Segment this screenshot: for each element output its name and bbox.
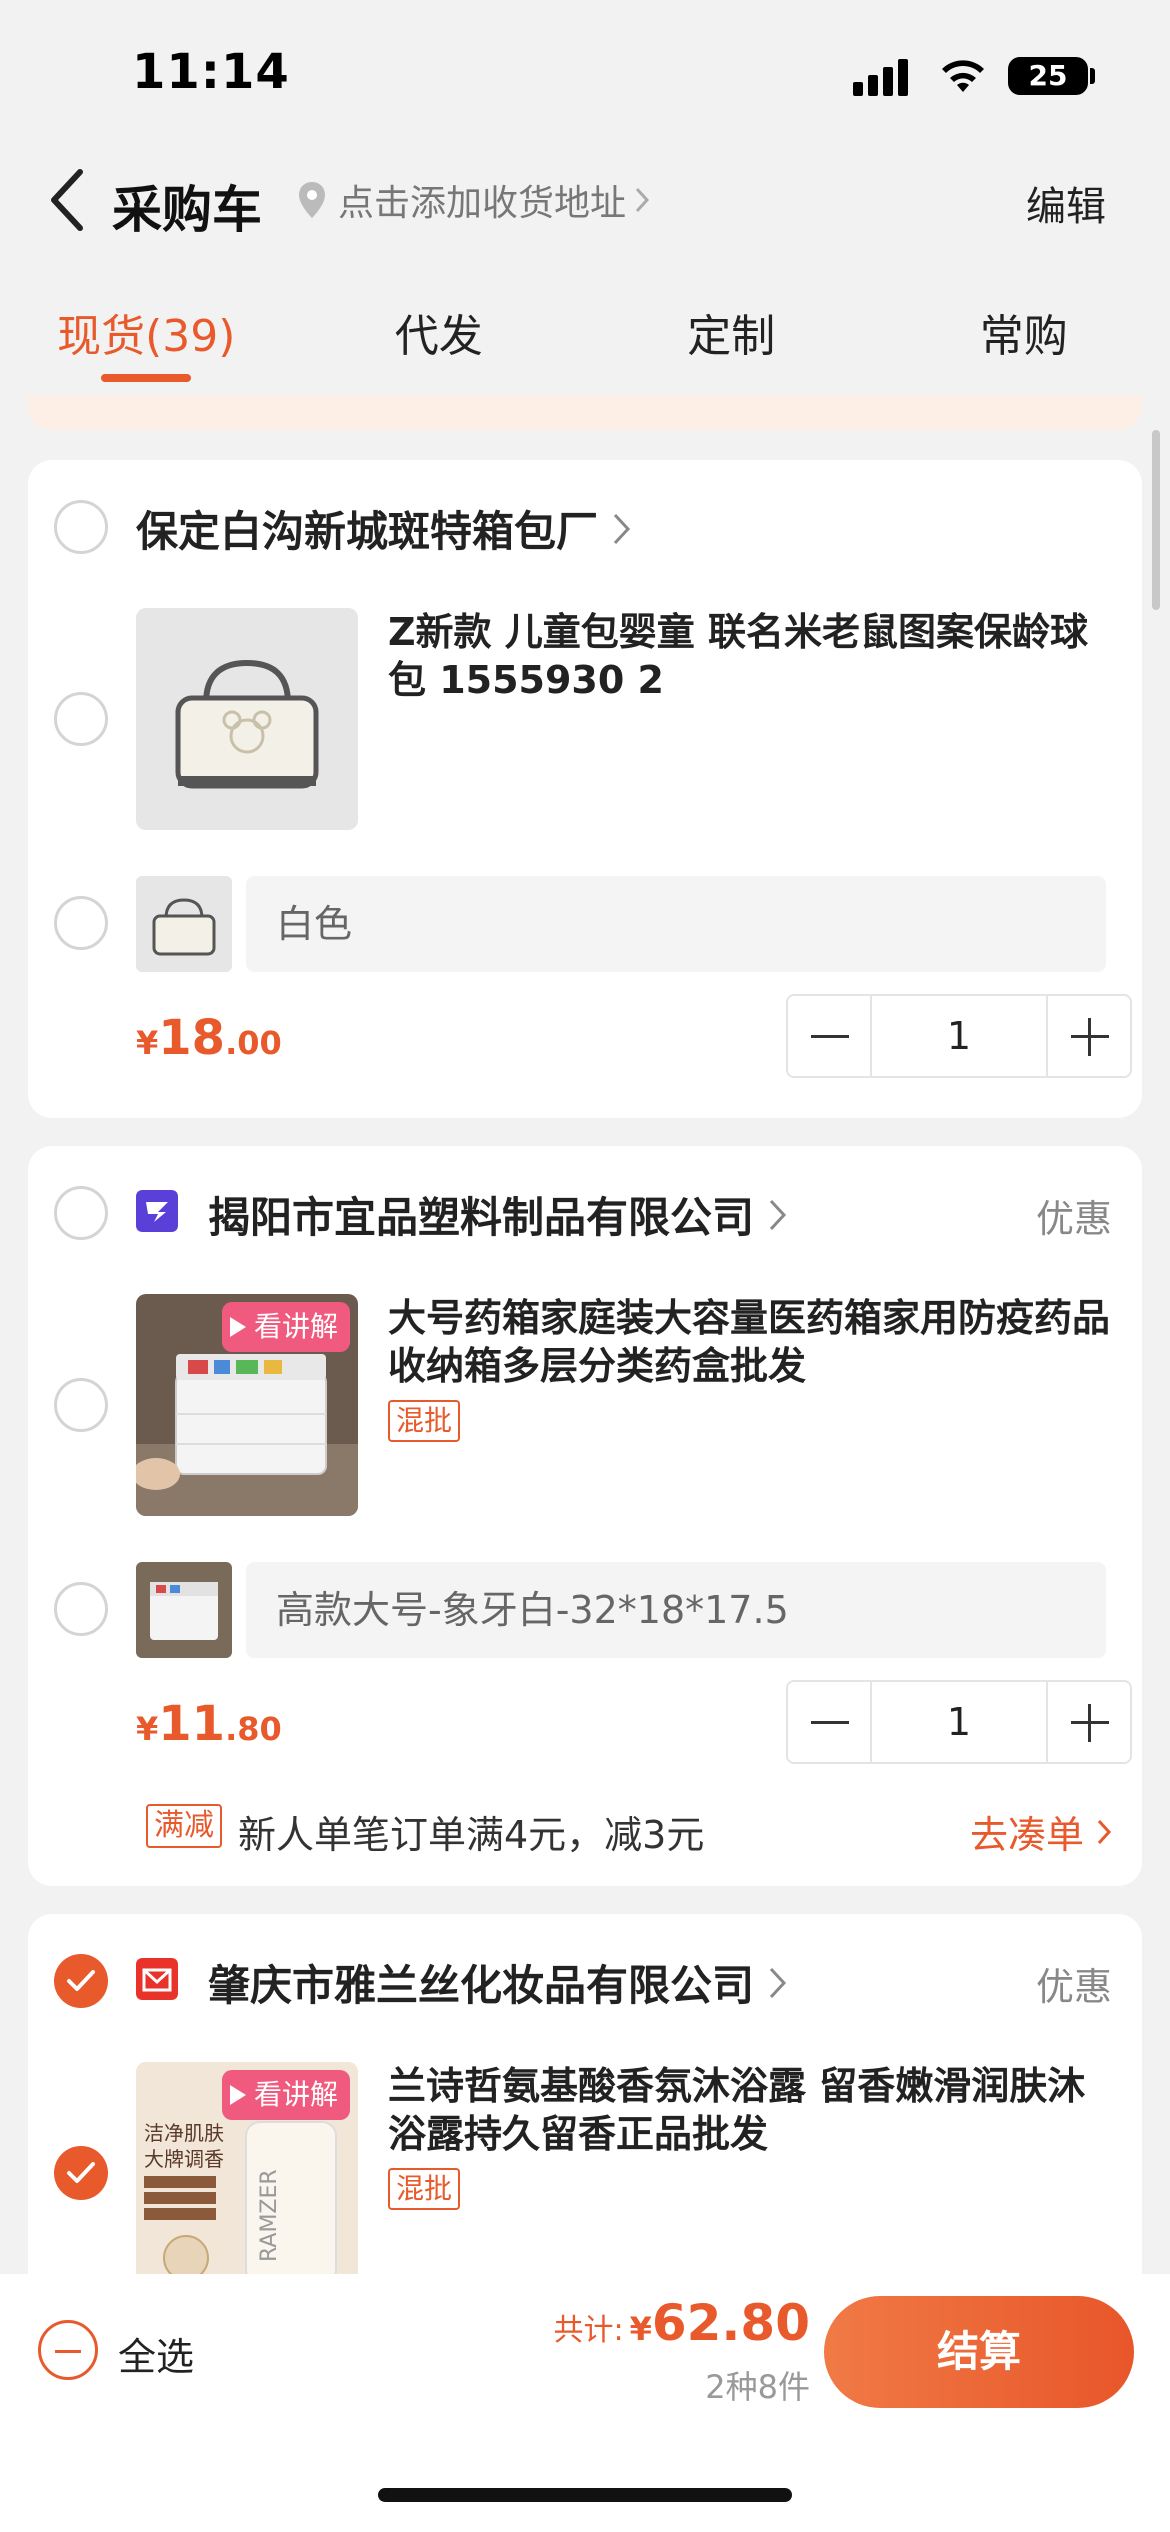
select-all-label[interactable]: 全选 xyxy=(118,2326,194,2381)
shop-name-link[interactable]: 揭阳市宜品塑料制品有限公司 xyxy=(208,1184,788,1245)
page-title: 采购车 xyxy=(112,181,262,239)
decrease-button[interactable] xyxy=(788,1682,872,1762)
battery-cap xyxy=(1090,68,1095,84)
battery-icon: 25 xyxy=(1008,57,1088,95)
tab-custom[interactable]: 定制 xyxy=(585,260,878,390)
home-indicator[interactable] xyxy=(378,2488,792,2502)
shop-logo-icon xyxy=(136,1190,178,1232)
chevron-right-icon xyxy=(635,187,650,213)
promo-tag: 满减 xyxy=(146,1804,222,1848)
product-select-radio[interactable] xyxy=(54,1378,108,1432)
product-title[interactable]: 大号药箱家庭装大容量医药箱家用防疫药品收纳箱多层分类药盒批发 xyxy=(388,1294,1118,1390)
scrollbar[interactable] xyxy=(1152,430,1160,610)
product-image[interactable] xyxy=(136,608,358,830)
product-title[interactable]: 兰诗哲氨基酸香氛沐浴露 留香嫩滑润肤沐浴露持久留香正品批发 xyxy=(388,2062,1118,2158)
shop-select-radio[interactable] xyxy=(54,500,108,554)
tab-in-stock[interactable]: 现货(39) xyxy=(0,260,293,390)
select-all-radio[interactable] xyxy=(38,2320,98,2380)
back-arrow-icon[interactable] xyxy=(40,160,100,240)
shop-name: 肇庆市雅兰丝化妆品有限公司 xyxy=(208,1961,755,2010)
video-explain-badge[interactable]: 看讲解 xyxy=(221,2070,350,2120)
nav-bar: 采购车 点击添加收货地址 编辑 xyxy=(0,150,1170,250)
add-address-link[interactable]: 点击添加收货地址 xyxy=(296,174,650,226)
shop-logo-icon xyxy=(136,1958,178,2000)
status-bar: 11:14 25 xyxy=(0,0,1170,150)
increase-button[interactable] xyxy=(1046,996,1130,1076)
product-select-radio[interactable] xyxy=(54,692,108,746)
increase-button[interactable] xyxy=(1046,1682,1130,1762)
edit-button[interactable]: 编辑 xyxy=(1026,174,1106,232)
location-pin-icon xyxy=(299,182,325,218)
shop-select-radio[interactable] xyxy=(54,1954,108,2008)
sku-select-radio[interactable] xyxy=(54,896,108,950)
checkmark-icon xyxy=(67,2162,95,2183)
tab-label: 定制 xyxy=(687,311,776,362)
checkmark-icon xyxy=(67,1970,95,1991)
product-title[interactable]: Z新款 儿童包婴童 联名米老鼠图案保龄球包 1555930 2 xyxy=(388,608,1118,704)
sku-selector[interactable]: 白色 xyxy=(246,876,1106,972)
quantity-stepper: 1 xyxy=(786,1680,1132,1764)
banner-strip xyxy=(28,396,1142,430)
decrease-button[interactable] xyxy=(788,996,872,1076)
total-price: 共计: ¥62.80 xyxy=(553,2294,810,2352)
cellular-signal-icon xyxy=(853,56,913,96)
product-price: ¥18.00 xyxy=(136,1010,282,1066)
status-time: 11:14 xyxy=(132,44,290,100)
shop-card: 肇庆市雅兰丝化妆品有限公司 优惠 洁净肌肤 大牌调香 RAMZER 看讲解 兰诗… xyxy=(28,1914,1142,2314)
checkout-button[interactable]: 结算 xyxy=(824,2296,1134,2408)
shop-card: 保定白沟新城斑特箱包厂 Z新款 儿童包婴童 联名米老鼠图案保龄球包 155593… xyxy=(28,460,1142,1118)
chevron-right-icon xyxy=(1097,1819,1112,1844)
tab-frequent[interactable]: 常购 xyxy=(878,260,1170,390)
play-icon xyxy=(229,2085,246,2105)
shop-name-link[interactable]: 肇庆市雅兰丝化妆品有限公司 xyxy=(208,1952,788,2013)
shop-name: 保定白沟新城斑特箱包厂 xyxy=(136,507,599,556)
sku-select-radio[interactable] xyxy=(54,1582,108,1636)
svg-text:大牌调香: 大牌调香 xyxy=(144,2147,224,2171)
svg-text:洁净肌肤: 洁净肌肤 xyxy=(144,2121,224,2145)
wifi-icon xyxy=(942,60,984,92)
quantity-value[interactable]: 1 xyxy=(872,996,1046,1076)
discount-link[interactable]: 优惠 xyxy=(1036,1188,1112,1243)
chevron-right-icon xyxy=(613,513,631,544)
item-count: 2种8件 xyxy=(705,2368,810,2406)
tab-bar: 现货(39) 代发 定制 常购 xyxy=(0,260,1170,390)
tab-dropship[interactable]: 代发 xyxy=(293,260,586,390)
sku-thumbnail xyxy=(136,1562,232,1658)
chevron-right-icon xyxy=(769,1199,787,1230)
video-explain-badge[interactable]: 看讲解 xyxy=(221,1302,350,1352)
mixed-batch-tag: 混批 xyxy=(388,2168,461,2210)
product-select-radio[interactable] xyxy=(54,2146,108,2200)
product-image[interactable]: 洁净肌肤 大牌调香 RAMZER 看讲解 xyxy=(136,2062,358,2284)
play-icon xyxy=(229,1317,246,1337)
sku-thumbnail xyxy=(136,876,232,972)
shop-name: 揭阳市宜品塑料制品有限公司 xyxy=(208,1193,755,1242)
tab-underline xyxy=(101,374,192,382)
address-text: 点击添加收货地址 xyxy=(338,183,627,224)
product-image[interactable]: 看讲解 xyxy=(136,1294,358,1516)
add-more-link[interactable]: 去凑单 xyxy=(970,1804,1112,1859)
tab-label: 现货(39) xyxy=(57,311,236,362)
mixed-batch-tag: 混批 xyxy=(388,1400,461,1442)
tab-label: 代发 xyxy=(394,311,483,362)
shop-card: 揭阳市宜品塑料制品有限公司 优惠 看讲解 大号药箱家庭装大容量医药箱家用防疫药品… xyxy=(28,1146,1142,1886)
sku-selector[interactable]: 高款大号-象牙白-32*18*17.5 xyxy=(246,1562,1106,1658)
svg-text:RAMZER: RAMZER xyxy=(257,2169,282,2262)
bag-image xyxy=(136,608,358,830)
product-price: ¥11.80 xyxy=(136,1696,282,1752)
promo-text: 新人单笔订单满4元，减3元 xyxy=(238,1813,705,1857)
quantity-value[interactable]: 1 xyxy=(872,1682,1046,1762)
chevron-right-icon xyxy=(769,1967,787,1998)
tab-label: 常购 xyxy=(979,311,1068,362)
shop-name-link[interactable]: 保定白沟新城斑特箱包厂 xyxy=(136,498,632,559)
shop-select-radio[interactable] xyxy=(54,1186,108,1240)
quantity-stepper: 1 xyxy=(786,994,1132,1078)
discount-link[interactable]: 优惠 xyxy=(1036,1956,1112,2011)
